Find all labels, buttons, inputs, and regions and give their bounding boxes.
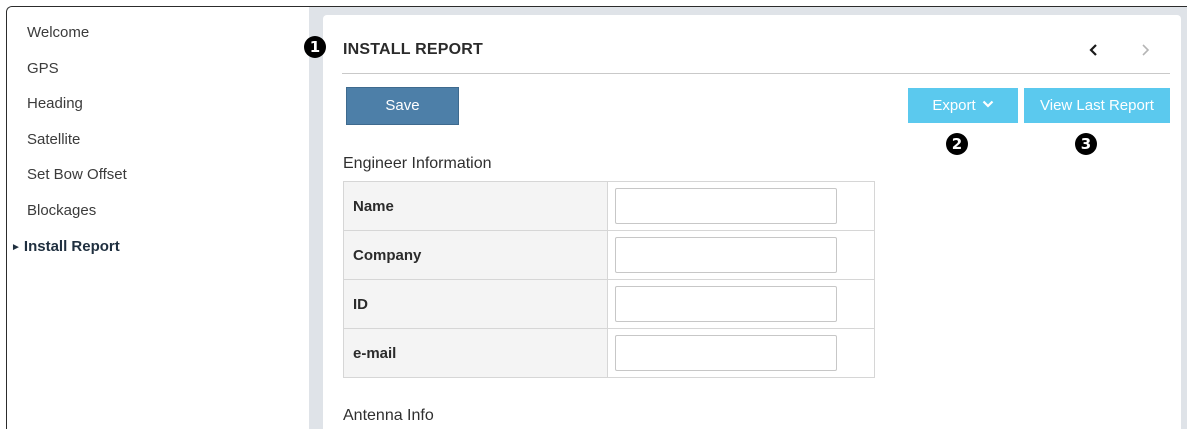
page-title: INSTALL REPORT xyxy=(343,41,483,58)
callout-marker-1: 1 xyxy=(304,36,326,58)
antenna-info-heading: Antenna Info xyxy=(343,407,434,424)
id-field[interactable] xyxy=(615,286,837,322)
callout-marker-3: 3 xyxy=(1075,133,1097,155)
name-field[interactable] xyxy=(615,188,837,224)
header-divider xyxy=(342,73,1170,74)
sidebar-item-welcome[interactable]: Welcome xyxy=(27,24,89,41)
chevron-down-icon xyxy=(982,100,993,108)
sidebar-item-install-report[interactable]: ► Install Report xyxy=(11,238,120,255)
id-label: ID xyxy=(343,279,608,329)
table-row: e-mail xyxy=(343,328,875,378)
sidebar-item-label: Install Report xyxy=(23,238,120,255)
export-label: Export xyxy=(932,97,976,114)
table-row: Name xyxy=(343,181,875,231)
save-button[interactable]: Save xyxy=(346,87,459,125)
sidebar-item-heading[interactable]: Heading xyxy=(27,95,83,112)
sidebar-item-blockages[interactable]: Blockages xyxy=(27,202,96,219)
current-page-arrow-icon: ► xyxy=(11,242,21,253)
table-row: ID xyxy=(343,279,875,329)
sidebar-item-gps[interactable]: GPS xyxy=(27,60,59,77)
company-label: Company xyxy=(343,230,608,280)
table-row: Company xyxy=(343,230,875,280)
sidebar-nav: Welcome GPS Heading Satellite Set Bow Of… xyxy=(7,7,309,429)
chevron-right-icon[interactable] xyxy=(1138,43,1152,57)
export-button[interactable]: Export xyxy=(908,88,1018,123)
callout-marker-2: 2 xyxy=(946,133,968,155)
engineer-info-heading: Engineer Information xyxy=(343,155,492,172)
sidebar-item-satellite[interactable]: Satellite xyxy=(27,131,80,148)
sidebar-item-set-bow-offset[interactable]: Set Bow Offset xyxy=(27,166,127,183)
email-field[interactable] xyxy=(615,335,837,371)
chevron-left-icon[interactable] xyxy=(1087,43,1101,57)
app-frame: Welcome GPS Heading Satellite Set Bow Of… xyxy=(6,6,1187,429)
name-label: Name xyxy=(343,181,608,231)
email-label: e-mail xyxy=(343,328,608,378)
company-field[interactable] xyxy=(615,237,837,273)
install-report-panel: INSTALL REPORT Save Export View Last Rep… xyxy=(323,15,1181,429)
view-last-report-button[interactable]: View Last Report xyxy=(1024,88,1170,123)
engineer-info-table: Name Company ID e-mail xyxy=(343,181,875,378)
